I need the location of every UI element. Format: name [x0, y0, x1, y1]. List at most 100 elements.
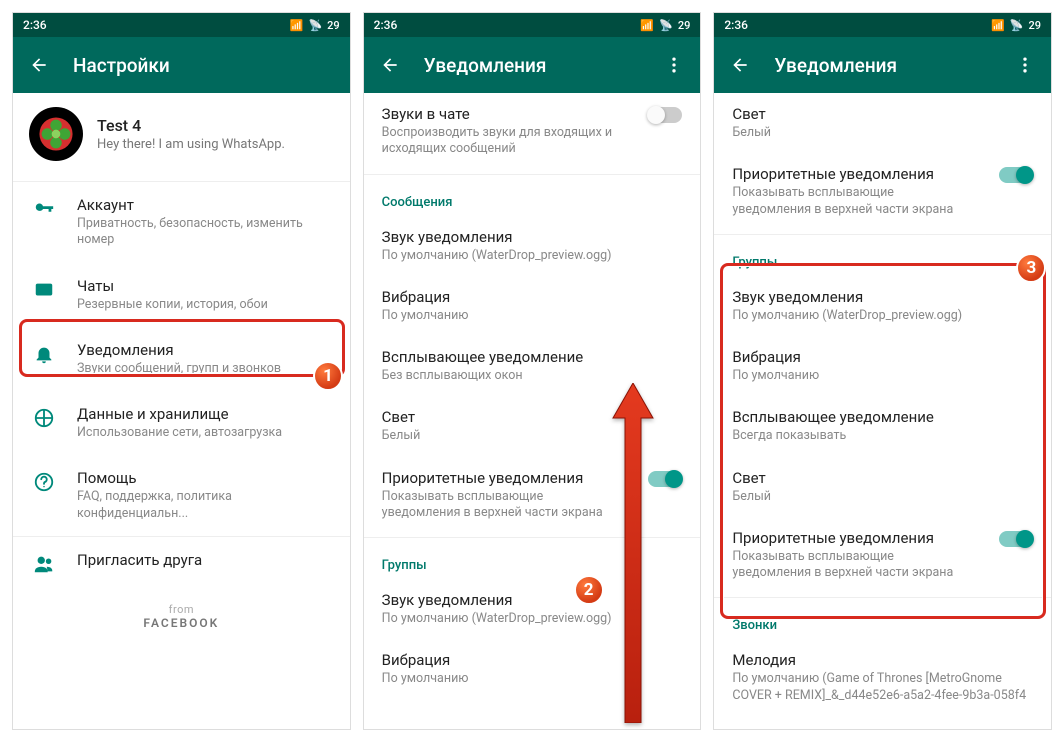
page-title: Уведомления — [424, 54, 641, 77]
row-sub: FAQ, поддержка, политика конфиденциальн.… — [77, 489, 334, 522]
divider — [714, 234, 1051, 235]
row-sub: По умолчанию — [732, 368, 972, 384]
pref-call-ringtone[interactable]: Мелодия По умолчанию (Game of Thrones [Me… — [714, 639, 1051, 716]
footer: from FACEBOOK — [13, 593, 350, 634]
row-title: Звук уведомления — [382, 591, 683, 609]
row-title: Приоритетные уведомления — [382, 469, 683, 487]
pref-grp-popup[interactable]: Всплывающее уведомление Всегда показывать — [714, 396, 1051, 456]
pref-msg-popup[interactable]: Всплывающее уведомление Без всплывающих о… — [364, 336, 701, 396]
pref-light[interactable]: Свет Белый — [714, 93, 1051, 153]
statusbar: 2:36 📶📡29 — [714, 13, 1051, 37]
page-title: Уведомления — [774, 54, 991, 77]
pref-grp-priority[interactable]: Приоритетные уведомления Показывать всплы… — [714, 517, 1051, 594]
profile-status: Hey there! I am using WhatsApp. — [97, 137, 285, 152]
row-sub: Белый — [732, 489, 972, 505]
pref-grp-vibration[interactable]: ВибрацияПо умолчанию — [364, 639, 701, 699]
divider — [714, 597, 1051, 598]
pref-grp-sound[interactable]: Звук уведомления По умолчанию (WaterDrop_… — [364, 579, 701, 639]
pref-grp-light[interactable]: Свет Белый — [714, 457, 1051, 517]
row-title: Помощь — [77, 469, 334, 487]
profile-row[interactable]: Test 4 Hey there! I am using WhatsApp. — [13, 93, 350, 181]
row-title: Вибрация — [732, 348, 1033, 366]
settings-item-chats[interactable]: Чаты Резервные копии, история, обои — [13, 263, 350, 327]
pref-msg-priority[interactable]: Приоритетные уведомления Показывать всплы… — [364, 457, 701, 534]
row-title: Свет — [382, 408, 683, 426]
status-time: 2:36 — [23, 18, 47, 32]
footer-from: from — [13, 603, 350, 616]
row-sub: Всегда показывать — [732, 428, 972, 444]
toggle-chat-sounds[interactable] — [648, 107, 682, 123]
avatar — [29, 107, 83, 161]
row-sub: По умолчанию — [382, 308, 622, 324]
appbar: Настройки — [13, 37, 350, 93]
section-groups: Группы — [364, 542, 701, 579]
row-title: Всплывающее уведомление — [732, 408, 1033, 426]
page-title: Настройки — [73, 54, 334, 77]
row-sub: Без всплывающих окон — [382, 368, 622, 384]
divider — [364, 537, 701, 538]
divider — [364, 174, 701, 175]
row-title: Свет — [732, 469, 1033, 487]
pref-priority[interactable]: Приоритетные уведомленияПоказывать всплы… — [714, 153, 1051, 230]
row-sub: Использование сети, автозагрузка — [77, 425, 282, 441]
row-sub: По умолчанию (Game of Thrones [MetroGnom… — [732, 671, 1032, 704]
key-icon — [33, 198, 55, 224]
back-icon[interactable] — [730, 55, 750, 75]
status-time: 2:36 — [724, 18, 748, 32]
row-sub: Приватность, безопасность, изменить номе… — [77, 216, 334, 249]
row-title: Приоритетные уведомления — [732, 529, 1033, 547]
row-sub: По умолчанию (WaterDrop_preview.ogg) — [732, 308, 972, 324]
row-title: Аккаунт — [77, 196, 334, 214]
help-icon — [33, 471, 55, 497]
row-sub: По умолчанию (WaterDrop_preview.ogg) — [382, 611, 622, 627]
pref-grp-vibration[interactable]: Вибрация По умолчанию — [714, 336, 1051, 396]
appbar: Уведомления — [364, 37, 701, 93]
settings-item-storage[interactable]: Данные и хранилищеИспользование сети, ав… — [13, 391, 350, 455]
more-icon[interactable] — [664, 55, 684, 75]
row-title: Звук уведомления — [732, 288, 1033, 306]
row-title: Пригласить друга — [77, 551, 202, 569]
toggle-grp-priority[interactable] — [999, 531, 1033, 547]
row-sub: По умолчанию — [382, 671, 622, 687]
row-sub: Показывать всплывающие уведомления в вер… — [732, 185, 972, 218]
settings-item-account[interactable]: Аккаунт Приватность, безопасность, измени… — [13, 182, 350, 263]
more-icon[interactable] — [1015, 55, 1035, 75]
row-title: Звуки в чате — [382, 105, 683, 123]
pref-chat-sounds[interactable]: Звуки в чате Воспроизводить звуки для вх… — [364, 93, 701, 170]
row-title: Мелодия — [732, 651, 1033, 669]
screen-notifications: 2:36 📶📡29 Уведомления Звуки в чате Воспр… — [363, 12, 702, 730]
row-sub: Показывать всплывающие уведомления в вер… — [732, 549, 972, 582]
toggle-msg-priority[interactable] — [648, 471, 682, 487]
profile-name: Test 4 — [97, 116, 285, 135]
settings-item-notifications[interactable]: Уведомления Звуки сообщений, групп и звон… — [13, 327, 350, 391]
status-icons: 📶📡29 — [290, 19, 340, 32]
row-sub: Резервные копии, история, обои — [77, 297, 268, 313]
screen-settings: 2:36 📶📡29 Настройки Test 4 Hey there! I … — [12, 12, 351, 730]
settings-item-invite[interactable]: Пригласить друга — [13, 537, 350, 593]
toggle-priority[interactable] — [999, 167, 1033, 183]
row-sub: Белый — [732, 125, 972, 141]
row-title: Чаты — [77, 277, 268, 295]
pref-msg-sound[interactable]: Звук уведомленияПо умолчанию (WaterDrop_… — [364, 216, 701, 276]
row-sub: Белый — [382, 428, 622, 444]
settings-item-help[interactable]: Помощь FAQ, поддержка, политика конфиденц… — [13, 455, 350, 536]
people-icon — [33, 553, 55, 579]
section-messages: Сообщения — [364, 179, 701, 216]
pref-msg-light[interactable]: Свет Белый — [364, 396, 701, 456]
row-sub: Показывать всплывающие уведомления в вер… — [382, 489, 622, 522]
row-title: Свет — [732, 105, 1033, 123]
section-groups: Группы — [714, 239, 1051, 276]
back-icon[interactable] — [29, 55, 49, 75]
row-sub: Воспроизводить звуки для входящих и исхо… — [382, 125, 622, 158]
status-icons: 📶📡29 — [640, 19, 690, 32]
row-sub: Звуки сообщений, групп и звонков — [77, 361, 281, 377]
pref-grp-sound[interactable]: Звук уведомления По умолчанию (WaterDrop_… — [714, 276, 1051, 336]
row-title: Вибрация — [382, 288, 683, 306]
pref-msg-vibration[interactable]: Вибрация По умолчанию — [364, 276, 701, 336]
row-title: Уведомления — [77, 341, 281, 359]
bell-icon — [33, 343, 55, 369]
screen-notifications-scrolled: 2:36 📶📡29 Уведомления Свет Белый Приорите… — [713, 12, 1052, 730]
back-icon[interactable] — [380, 55, 400, 75]
row-sub: По умолчанию (WaterDrop_preview.ogg) — [382, 248, 622, 264]
row-title: Всплывающее уведомление — [382, 348, 683, 366]
